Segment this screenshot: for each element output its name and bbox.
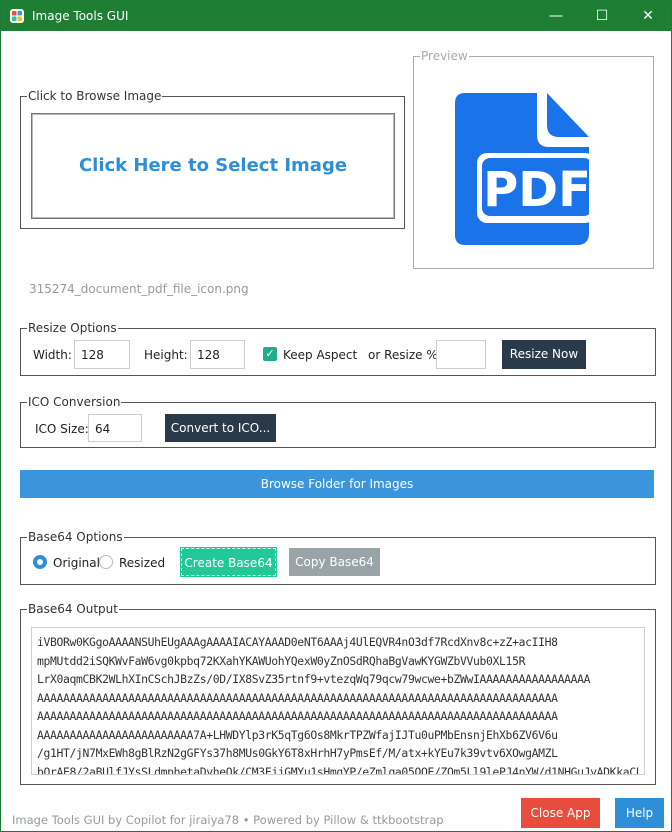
resize-percent-input[interactable] <box>436 340 486 369</box>
app-window: Image Tools GUI — ☐ ✕ Click to Browse Im… <box>0 0 672 832</box>
close-window-button[interactable]: ✕ <box>625 1 671 31</box>
window-title: Image Tools GUI <box>32 9 129 23</box>
base64-output-legend: Base64 Output <box>27 602 119 616</box>
copy-base64-button[interactable]: Copy Base64 <box>289 548 380 576</box>
title-bar: Image Tools GUI — ☐ ✕ <box>1 1 671 31</box>
base64-options-legend: Base64 Options <box>27 530 124 544</box>
original-radio[interactable] <box>33 555 47 569</box>
width-input[interactable]: 128 <box>74 340 130 369</box>
app-icon <box>10 9 24 23</box>
resized-radio[interactable] <box>99 555 113 569</box>
ico-conversion-legend: ICO Conversion <box>27 395 122 409</box>
resize-now-button[interactable]: Resize Now <box>502 340 586 369</box>
pdf-icon-text: PDF <box>483 162 589 218</box>
pdf-file-icon: PDF <box>455 93 589 245</box>
help-button[interactable]: Help <box>615 798 664 828</box>
close-app-button[interactable]: Close App <box>521 798 600 828</box>
base64-output-text[interactable]: iVBORw0KGgoAAAANSUhEUgAAAgAAAAIACAYAAAD0… <box>37 633 641 774</box>
select-image-prompt[interactable]: Click Here to Select Image <box>32 114 394 218</box>
resize-options-legend: Resize Options <box>27 321 118 335</box>
keep-aspect-checkbox[interactable]: ✓ <box>263 347 277 361</box>
select-image-dropzone[interactable]: Click Here to Select Image <box>31 113 395 219</box>
maximize-button[interactable]: ☐ <box>579 1 625 31</box>
footer-credit: Image Tools GUI by Copilot for jiraiya78… <box>12 813 444 827</box>
create-base64-button[interactable]: Create Base64 <box>180 547 277 577</box>
browse-image-legend: Click to Browse Image <box>27 89 163 103</box>
height-input[interactable]: 128 <box>190 340 245 369</box>
width-label: Width: <box>33 348 72 362</box>
ico-size-label: ICO Size: <box>35 422 89 436</box>
ico-size-input[interactable]: 64 <box>88 414 142 442</box>
resized-radio-label[interactable]: Resized <box>119 556 165 570</box>
browse-folder-button[interactable]: Browse Folder for Images <box>20 470 654 498</box>
preview-legend: Preview <box>420 49 469 63</box>
resize-percent-label: or Resize %: <box>368 348 442 362</box>
base64-output-textbox[interactable]: iVBORw0KGgoAAAANSUhEUgAAAgAAAAIACAYAAAD0… <box>31 627 645 775</box>
selected-file-name: 315274_document_pdf_file_icon.png <box>29 282 249 296</box>
convert-ico-button[interactable]: Convert to ICO... <box>165 414 276 442</box>
height-label: Height: <box>144 348 188 362</box>
minimize-button[interactable]: — <box>533 1 579 31</box>
original-radio-label[interactable]: Original <box>53 556 100 570</box>
keep-aspect-label[interactable]: Keep Aspect <box>283 348 357 362</box>
